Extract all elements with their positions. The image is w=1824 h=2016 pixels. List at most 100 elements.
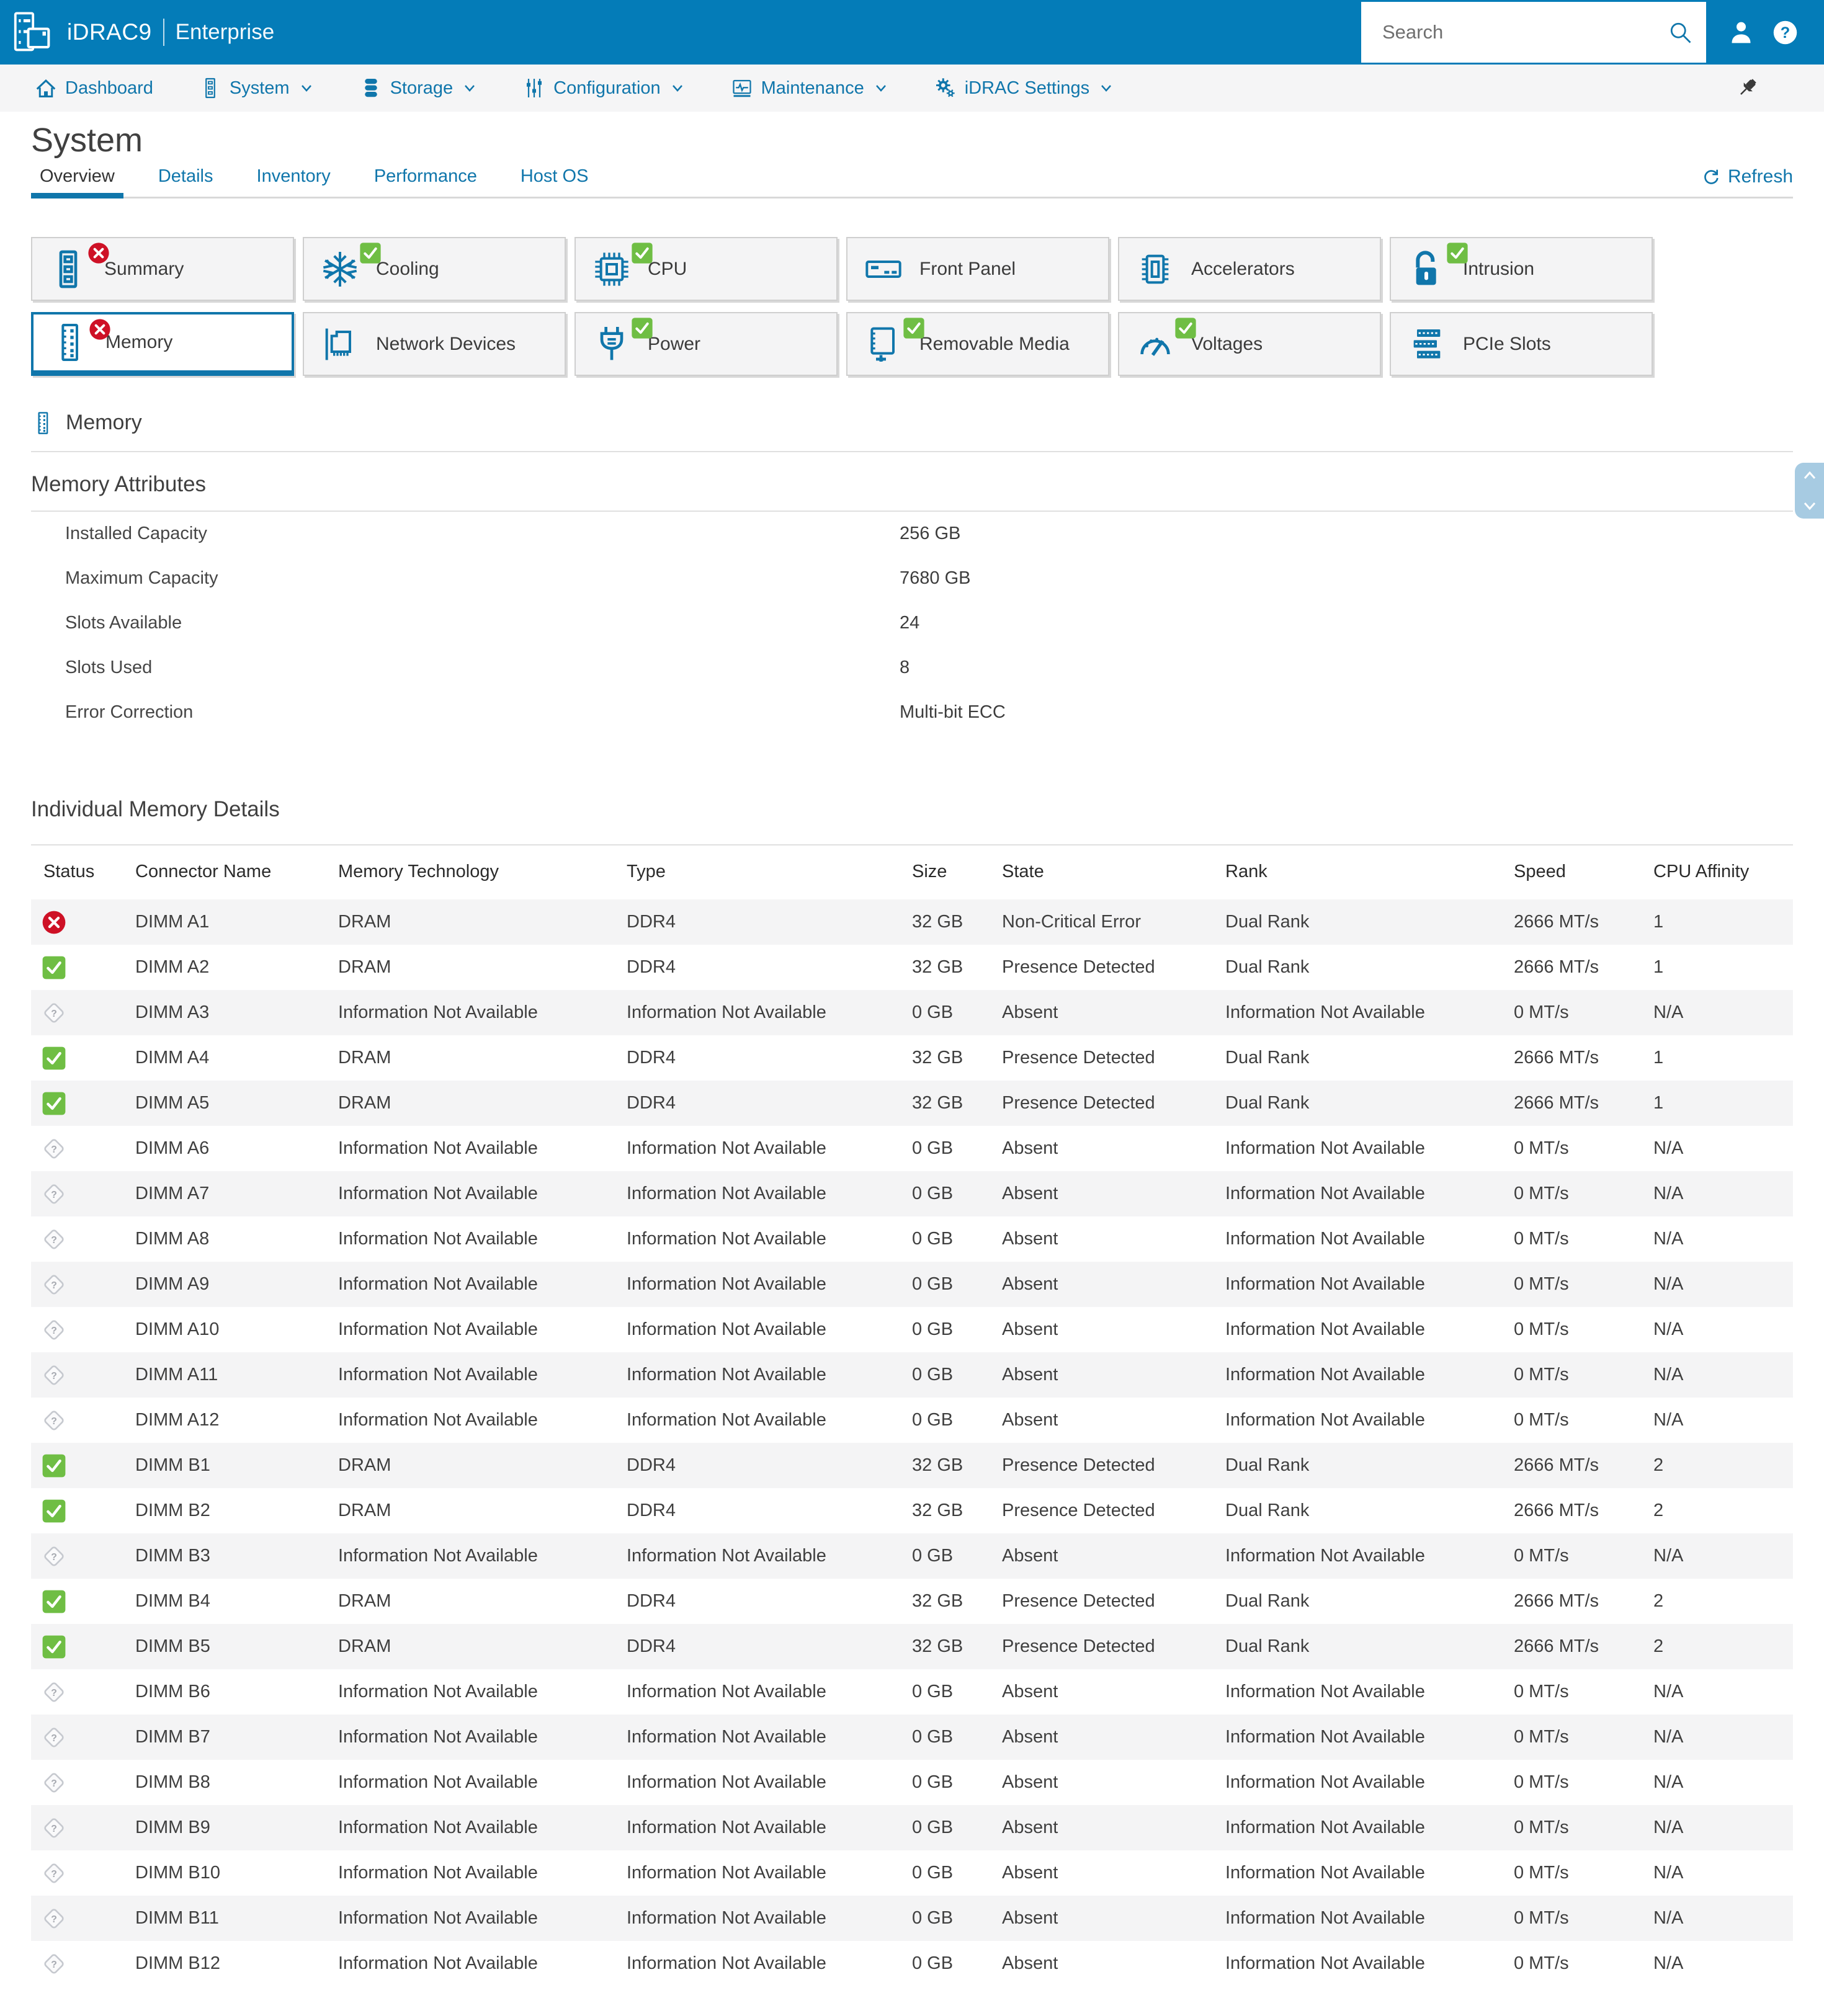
search-icon[interactable] [1666,19,1694,46]
tile-removable-media[interactable]: Removable Media [846,312,1109,376]
tab-overview[interactable]: Overview [31,166,123,198]
scroll-down-button[interactable] [1801,498,1818,513]
nav-item-idrac-settings[interactable]: iDRAC Settings [934,77,1114,99]
cell-state: Absent [1002,1138,1058,1158]
attribute-value: 8 [900,658,910,677]
cell-technology: Information Not Available [338,1319,538,1339]
cell-connector: DIMM A6 [135,1138,210,1158]
status-unknown-icon: ? [41,1951,67,1977]
nav-item-configuration[interactable]: Configuration [523,77,685,99]
tile-pcie-slots[interactable]: PCIe Slots [1390,312,1653,376]
cell-technology: Information Not Available [338,1727,538,1747]
refresh-label: Refresh [1727,166,1793,187]
svg-text:?: ? [1781,24,1790,41]
table-row: DIMM A5 DRAM DDR4 32 GB Presence Detected Dua… [31,1081,1793,1126]
cell-size: 32 GB [912,1048,963,1068]
cell-connector: DIMM B5 [135,1636,210,1656]
svg-text:?: ? [51,1869,57,1880]
cell-cpu_affinity: 1 [1653,1093,1664,1113]
column-header-connector-name: Connector Name [135,862,272,881]
cell-technology: Information Not Available [338,1410,538,1430]
search-input[interactable] [1361,21,1666,43]
cell-speed: 0 MT/s [1514,1229,1569,1249]
cell-state: Absent [1002,1863,1058,1883]
table-row: ? DIMM A9 Information Not Available Informa… [31,1262,1793,1307]
cell-type: Information Not Available [627,1229,826,1249]
scroll-up-button[interactable] [1801,468,1818,483]
cell-connector: DIMM A8 [135,1229,210,1249]
cell-cpu_affinity: N/A [1653,1546,1684,1566]
cell-rank: Information Not Available [1225,1953,1425,1973]
tile-memory[interactable]: Memory [31,312,294,376]
tile-intrusion[interactable]: Intrusion [1390,237,1653,301]
table-row: DIMM A2 DRAM DDR4 32 GB Presence Detected Dua… [31,945,1793,990]
cell-rank: Dual Rank [1225,912,1310,932]
cell-speed: 2666 MT/s [1514,912,1599,932]
svg-text:?: ? [51,1960,57,1970]
cell-size: 0 GB [912,1274,954,1294]
cell-rank: Information Not Available [1225,1319,1425,1339]
cell-technology: DRAM [338,957,391,977]
status-ok-badge [359,241,382,265]
brand-edition: Enterprise [175,20,275,44]
table-row: DIMM B2 DRAM DDR4 32 GB Presence Detected Dua… [31,1488,1793,1533]
accelerators-icon [1135,249,1175,289]
tile-power[interactable]: Power [574,312,838,376]
app-header: iDRAC9 Enterprise ? [0,0,1824,65]
cell-type: DDR4 [627,957,676,977]
svg-text:?: ? [51,1280,57,1291]
cell-speed: 2666 MT/s [1514,1636,1599,1656]
header-icons: ? [1727,0,1799,65]
cell-state: Absent [1002,1229,1058,1249]
table-row: DIMM B4 DRAM DDR4 32 GB Presence Detected Dua… [31,1579,1793,1624]
nav-item-system[interactable]: System [199,77,314,99]
tab-performance[interactable]: Performance [365,166,486,197]
cell-speed: 0 MT/s [1514,1682,1569,1702]
nav-item-maintenance[interactable]: Maintenance [731,77,888,99]
cell-technology: Information Not Available [338,1138,538,1158]
cell-connector: DIMM B10 [135,1863,220,1883]
tab-details[interactable]: Details [150,166,222,197]
cell-rank: Information Not Available [1225,1727,1425,1747]
tile-cpu[interactable]: CPU [574,237,838,301]
help-icon[interactable]: ? [1771,19,1799,47]
tile-front-panel[interactable]: Front Panel [846,237,1109,301]
cell-speed: 0 MT/s [1514,1410,1569,1430]
attribute-value: 256 GB [900,524,961,543]
status-unknown-icon: ? [41,1724,67,1751]
cell-speed: 0 MT/s [1514,1727,1569,1747]
pin-icon[interactable] [1735,76,1759,100]
cell-rank: Dual Rank [1225,1455,1310,1475]
cell-type: DDR4 [627,1048,676,1068]
cell-size: 0 GB [912,1184,954,1203]
tile-cooling[interactable]: Cooling [303,237,566,301]
cell-size: 0 GB [912,1365,954,1385]
tabs: Overview Details Inventory Performance Host … [31,166,1793,198]
cell-rank: Information Not Available [1225,1184,1425,1203]
tab-inventory[interactable]: Inventory [248,166,339,197]
user-icon[interactable] [1727,19,1755,47]
cell-size: 32 GB [912,1591,963,1611]
refresh-button[interactable]: Refresh [1701,166,1793,187]
tab-host-os[interactable]: Host OS [512,166,597,197]
cell-connector: DIMM A5 [135,1093,210,1113]
cell-type: Information Not Available [627,1953,826,1973]
cell-technology: DRAM [338,912,391,932]
cell-state: Absent [1002,1953,1058,1973]
tile-network-devices[interactable]: Network Devices [303,312,566,376]
tile-voltages[interactable]: Voltages [1118,312,1381,376]
attribute-row: Maximum Capacity 7680 GB [31,556,1793,601]
svg-text:?: ? [51,1371,57,1381]
cell-cpu_affinity: 1 [1653,912,1664,932]
divider [31,451,1793,452]
status-ok-badge [630,241,654,265]
cell-speed: 2666 MT/s [1514,1455,1599,1475]
cell-state: Absent [1002,1908,1058,1928]
status-ok-icon [41,1453,67,1479]
tile-summary[interactable]: Summary [31,237,294,301]
nav-item-dashboard[interactable]: Dashboard [35,77,153,99]
cell-cpu_affinity: N/A [1653,1818,1684,1837]
tile-accelerators[interactable]: Accelerators [1118,237,1381,301]
nav-item-storage[interactable]: Storage [360,77,478,99]
table-row: ? DIMM A8 Information Not Available Informa… [31,1216,1793,1262]
